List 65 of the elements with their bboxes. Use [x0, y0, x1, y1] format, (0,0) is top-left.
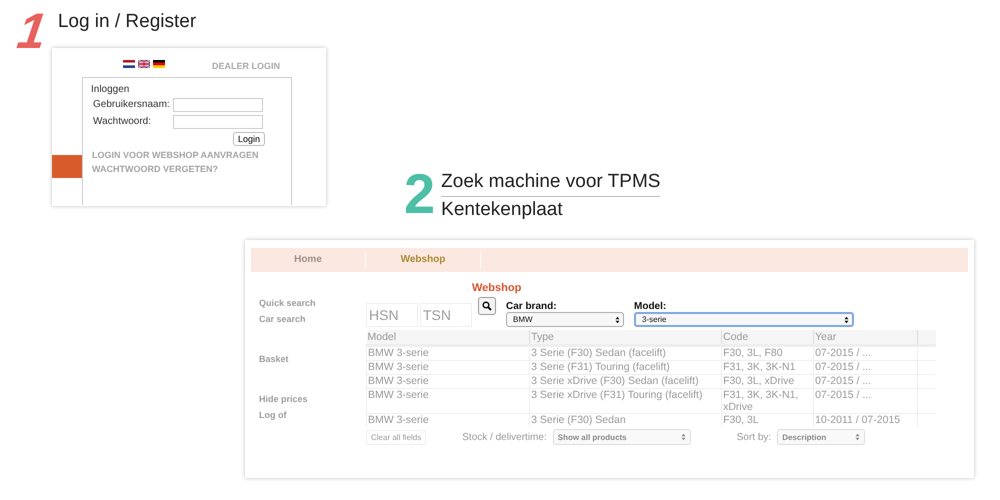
sidebar-link[interactable]: Log of	[259, 410, 366, 426]
step-title: Zoek machine voor TPMS	[441, 170, 660, 194]
flag-icon[interactable]	[123, 60, 135, 68]
table-cell: F30, 3L, xDrive	[722, 374, 814, 388]
table-cell: F30, 3L	[722, 414, 814, 427]
search-icon	[482, 301, 492, 311]
sidebar-link[interactable]: Car search	[259, 314, 366, 330]
sidebar-link[interactable]: Basket	[259, 354, 366, 370]
select-field[interactable]: 3-serie	[634, 312, 854, 327]
table-cell: 10-2011 / 07-2015	[814, 414, 918, 427]
table-cell: 3 Serie xDrive (F30) Sedan (facelift)	[530, 374, 722, 388]
select-arrows-icon	[615, 316, 620, 324]
field-label: Stock / delivertime:	[462, 432, 547, 442]
nav-tab[interactable]: Home	[251, 252, 366, 268]
sidebar-link[interactable]: Hide prices	[259, 394, 366, 410]
input-field[interactable]	[173, 114, 263, 128]
step-title: Log in / Register	[58, 10, 196, 34]
table-cell: BMW 3-serie	[366, 414, 530, 427]
search-button[interactable]	[478, 297, 496, 315]
text-link[interactable]: WACHTWOORD VERGETEN?	[91, 164, 291, 174]
input-field[interactable]	[173, 98, 263, 112]
select-arrows-icon	[855, 433, 860, 441]
table-cell: 07-2015 / ...	[814, 374, 918, 388]
table-cell: F30, 3L, F80	[722, 346, 814, 360]
table-cell: 07-2015 / ...	[814, 360, 918, 374]
flag-icon[interactable]	[153, 60, 165, 68]
select-field[interactable]: Show all products	[552, 429, 691, 445]
select-arrows-icon	[844, 316, 849, 324]
field-label: Car brand:	[506, 301, 558, 312]
accent-bar	[52, 155, 82, 178]
field-label: Model:	[634, 301, 668, 312]
table-cell: F31, 3K, 3K-N1	[722, 360, 814, 374]
table-cell: 3 Serie (F30) Sedan (facelift)	[530, 346, 722, 360]
table-cell: 3 Serie (F30) Sedan	[530, 414, 722, 427]
table-cell: 3 Serie xDrive (F31) Touring (facelift)	[530, 388, 722, 414]
sidebar-link[interactable]: Quick search	[259, 298, 366, 314]
table-cell: F31, 3K, 3K-N1, xDrive	[722, 388, 814, 414]
field-label: Wachtwoord:	[93, 116, 152, 127]
field-label: Gebruikersnaam:	[93, 99, 171, 110]
page-heading: Webshop	[472, 282, 522, 296]
text-link[interactable]: LOGIN VOOR WEBSHOP AANVRAGEN	[91, 150, 291, 160]
step-number: 2	[404, 166, 436, 222]
select-arrows-icon	[680, 433, 686, 441]
column-header: Type	[530, 330, 722, 346]
column-header: Model	[366, 330, 530, 346]
table-cell: 3 Serie (F31) Touring (facelift)	[530, 360, 722, 374]
clear-button[interactable]: Clear all fields	[366, 430, 426, 444]
flag-icon[interactable]	[138, 60, 150, 68]
field-label: Sort by:	[736, 432, 772, 442]
nav-tab[interactable]: Webshop	[366, 252, 481, 268]
table-cell: BMW 3-serie	[366, 388, 530, 414]
step-number: 1	[14, 6, 50, 56]
login-button[interactable]: Login	[233, 132, 266, 146]
select-field[interactable]: BMW	[506, 312, 624, 327]
table-cell: BMW 3-serie	[366, 360, 530, 374]
login-heading: Inloggen	[91, 84, 130, 95]
step-subtitle: Kentekenplaat	[441, 196, 660, 220]
select-field[interactable]: Description	[777, 429, 866, 445]
table-cell: 07-2015 / ...	[814, 388, 918, 414]
table-cell: BMW 3-serie	[366, 374, 530, 388]
table-cell: BMW 3-serie	[366, 346, 530, 360]
table-cell: 07-2015 / ...	[814, 346, 918, 360]
column-header: Code	[722, 330, 814, 346]
dealer-login-link[interactable]: DEALER LOGIN	[212, 61, 280, 71]
column-header: Year	[814, 330, 918, 346]
